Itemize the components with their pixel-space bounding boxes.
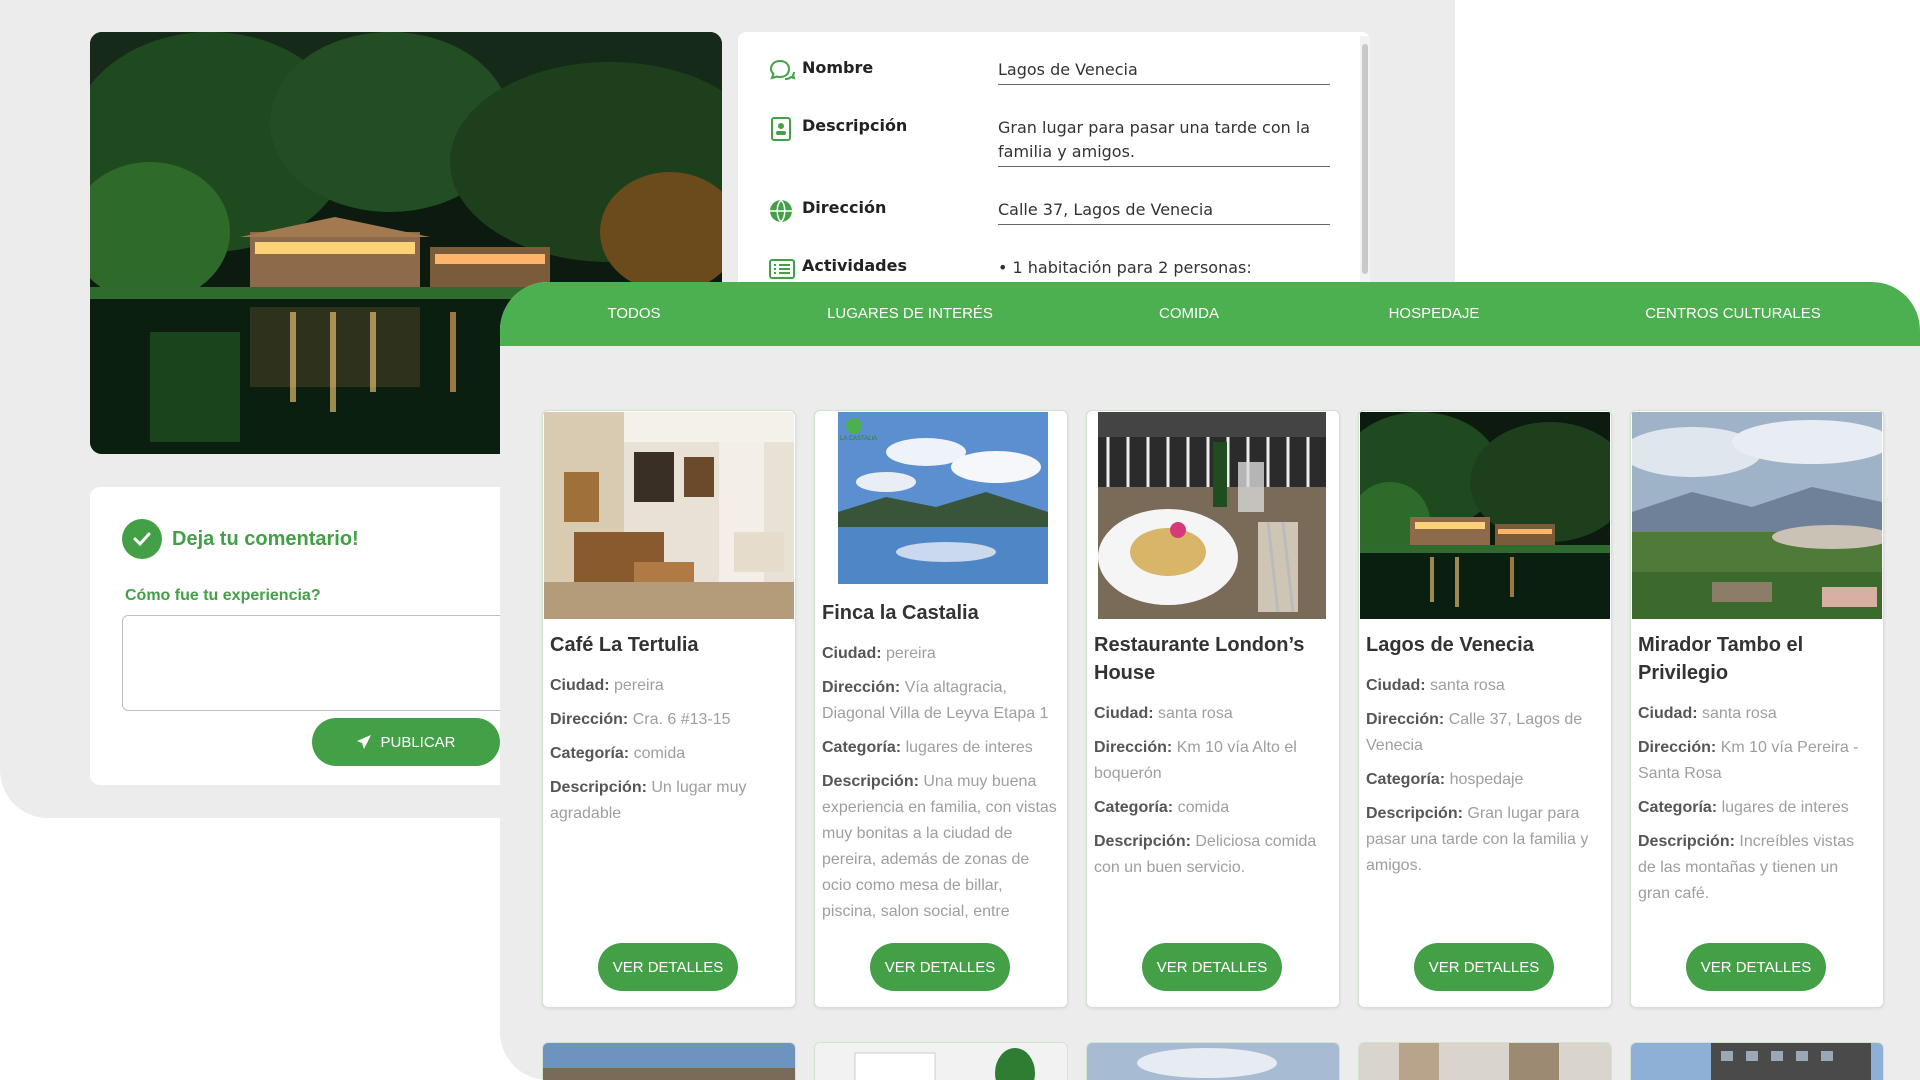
card-descripcion: Descripción: Increíbles vistas de las mo… (1638, 833, 1855, 902)
details-scrollbar[interactable] (1360, 36, 1370, 292)
la-castalia-logo: LA CASTALIA (840, 436, 878, 442)
ver-detalles-button[interactable]: VER DETALLES (1142, 943, 1282, 991)
places-panel: TODOS LUGARES DE INTERÉS COMIDA HOSPEDAJ… (500, 282, 1920, 1080)
ver-detalles-button[interactable]: VER DETALLES (1414, 943, 1554, 991)
scrollbar-thumb[interactable] (1362, 44, 1368, 274)
card-direccion: Dirección: Vía altagracia, Diagonal Vill… (822, 679, 1049, 722)
detail-label-text: Dirección (802, 198, 887, 217)
place-card: LA CASTALIA Finca la Castalia Ciudad: pe… (814, 410, 1068, 1008)
list-icon (769, 259, 795, 279)
place-card-peek (542, 1042, 796, 1080)
tab-comida[interactable]: COMIDA (1159, 282, 1219, 346)
detail-value-actividades: • 1 habitación para 2 personas: (998, 258, 1252, 277)
place-details-card: Nombre Lagos de Venecia Descripción Gran… (738, 32, 1370, 292)
comment-textarea[interactable] (122, 615, 522, 711)
card-descripcion: Descripción: Gran lugar para pasar una t… (1366, 805, 1589, 874)
card-categoria: Categoría: hospedaje (1366, 771, 1524, 788)
place-photo-finca: LA CASTALIA (816, 412, 1066, 619)
detail-label-text: Descripción (802, 116, 908, 135)
card-direccion: Dirección: Km 10 vía Alto el boquerón (1094, 739, 1297, 782)
publish-button-label: PUBLICAR (380, 733, 456, 751)
place-card-peek (1086, 1042, 1340, 1080)
tab-centros-culturales[interactable]: CENTROS CULTURALES (1645, 282, 1821, 346)
card-title: Café La Tertulia (550, 634, 699, 656)
check-circle-icon (122, 519, 162, 559)
category-tab-bar: TODOS LUGARES DE INTERÉS COMIDA HOSPEDAJ… (500, 282, 1920, 346)
place-card: Café La Tertulia Ciudad: pereira Direcci… (542, 410, 796, 1008)
card-title: Lagos de Venecia (1366, 634, 1534, 656)
chat-icon (769, 59, 796, 80)
ver-detalles-button[interactable]: VER DETALLES (870, 943, 1010, 991)
card-title: Finca la Castalia (822, 602, 979, 624)
detail-label-text: Actividades (802, 256, 907, 275)
detail-value-nombre: Lagos de Venecia (998, 58, 1330, 85)
card-direccion: Dirección: Calle 37, Lagos de Venecia (1366, 711, 1583, 754)
card-ciudad: Ciudad: pereira (822, 645, 936, 662)
place-card: Lagos de Venecia Ciudad: santa rosa Dire… (1358, 410, 1612, 1008)
comment-card: Deja tu comentario! Cómo fue tu experien… (90, 487, 522, 785)
card-categoria: Categoría: comida (550, 745, 686, 762)
place-card-peek (1358, 1042, 1612, 1080)
card-ciudad: Ciudad: santa rosa (1366, 677, 1505, 694)
place-photo-lagos (1360, 412, 1610, 619)
detail-row-nombre: Nombre Lagos de Venecia (768, 58, 1330, 85)
detail-label-text: Nombre (802, 58, 874, 77)
place-photo-restaurant (1088, 412, 1338, 619)
card-descripcion: Descripción: Deliciosa comida con un bue… (1094, 833, 1317, 876)
tab-todos[interactable]: TODOS (607, 282, 660, 346)
card-categoria: Categoría: lugares de interes (822, 739, 1033, 756)
send-icon (357, 735, 372, 749)
card-direccion: Dirección: Km 10 vía Pereira - Santa Ros… (1638, 739, 1859, 782)
detail-value-descripcion: Gran lugar para pasar una tarde con la f… (998, 116, 1330, 167)
card-ciudad: Ciudad: santa rosa (1638, 705, 1777, 722)
card-categoria: Categoría: comida (1094, 799, 1230, 816)
card-ciudad: Ciudad: santa rosa (1094, 705, 1233, 722)
place-card: Mirador Tambo el Privilegio Ciudad: sant… (1630, 410, 1884, 1008)
place-photo-cafe (544, 412, 794, 619)
ver-detalles-button[interactable]: VER DETALLES (598, 943, 738, 991)
card-direccion: Dirección: Cra. 6 #13-15 (550, 711, 731, 728)
globe-icon (770, 199, 792, 223)
place-card-peek (1630, 1042, 1884, 1080)
ver-detalles-button[interactable]: VER DETALLES (1686, 943, 1826, 991)
detail-value-direccion: Calle 37, Lagos de Venecia (998, 198, 1330, 225)
tab-hospedaje[interactable]: HOSPEDAJE (1389, 282, 1480, 346)
comment-question-label: Cómo fue tu experiencia? (125, 587, 321, 604)
card-title: Mirador Tambo el Privilegio (1638, 634, 1804, 684)
card-descripcion: Descripción: Una muy buena experiencia e… (822, 773, 1057, 920)
tab-lugares-de-interes[interactable]: LUGARES DE INTERÉS (827, 282, 993, 346)
publish-button[interactable]: PUBLICAR (312, 718, 500, 766)
detail-row-descripcion: Descripción Gran lugar para pasar una ta… (768, 116, 1330, 167)
id-card-icon (771, 117, 791, 141)
place-photo-mirador (1632, 412, 1882, 619)
place-card: Restaurante London’s House Ciudad: santa… (1086, 410, 1340, 1008)
comment-title: Deja tu comentario! (172, 527, 359, 550)
card-ciudad: Ciudad: pereira (550, 677, 664, 694)
detail-row-actividades: Actividades • 1 habitación para 2 person… (768, 256, 1330, 282)
place-card-peek (814, 1042, 1068, 1080)
card-descripcion: Descripción: Un lugar muy agradable (550, 779, 747, 822)
card-categoria: Categoría: lugares de interes (1638, 799, 1849, 816)
card-title: Restaurante London’s House (1094, 634, 1305, 684)
detail-row-direccion: Dirección Calle 37, Lagos de Venecia (768, 198, 1330, 225)
